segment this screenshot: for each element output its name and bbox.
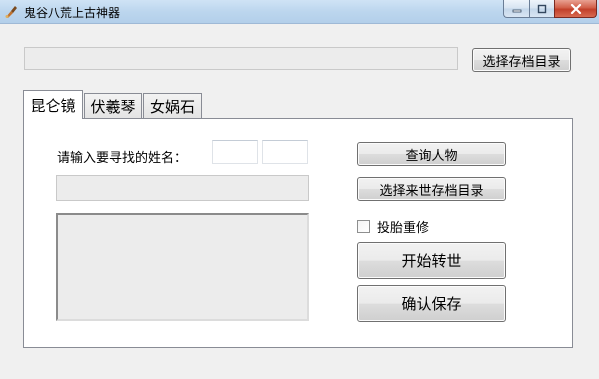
reincarnate-checkbox[interactable]: 投胎重修 — [357, 217, 429, 236]
title-bar: 鬼谷八荒上古神器 — [0, 0, 599, 24]
confirm-save-button[interactable]: 确认保存 — [357, 285, 506, 322]
tab-nuwa-stone[interactable]: 女娲石 — [143, 93, 202, 119]
save-path-field — [24, 47, 458, 70]
caption-buttons — [503, 0, 597, 18]
result-field — [56, 175, 309, 201]
close-icon — [570, 3, 581, 14]
query-character-button[interactable]: 查询人物 — [357, 142, 506, 166]
given-name-input[interactable] — [262, 140, 308, 164]
character-list[interactable] — [56, 213, 309, 321]
maximize-button[interactable] — [529, 0, 554, 18]
close-button[interactable] — [554, 0, 597, 18]
tab-kunlun-mirror[interactable]: 昆仑镜 — [23, 90, 83, 119]
tool-brush-icon — [5, 6, 17, 18]
select-next-life-dir-button[interactable]: 选择来世存档目录 — [357, 177, 506, 201]
checkbox-box[interactable] — [357, 220, 370, 233]
minimize-button[interactable] — [503, 0, 529, 18]
checkbox-label: 投胎重修 — [377, 221, 430, 236]
minimize-icon — [512, 9, 521, 12]
surname-input[interactable] — [212, 140, 258, 164]
select-save-dir-button[interactable]: 选择存档目录 — [472, 48, 571, 72]
tab-fuxi-qin[interactable]: 伏羲琴 — [84, 93, 142, 119]
start-reincarnation-button[interactable]: 开始转世 — [357, 242, 506, 279]
name-label: 请输入要寻找的姓名： — [57, 151, 188, 166]
maximize-icon — [537, 4, 547, 13]
window-title: 鬼谷八荒上古神器 — [24, 6, 121, 20]
